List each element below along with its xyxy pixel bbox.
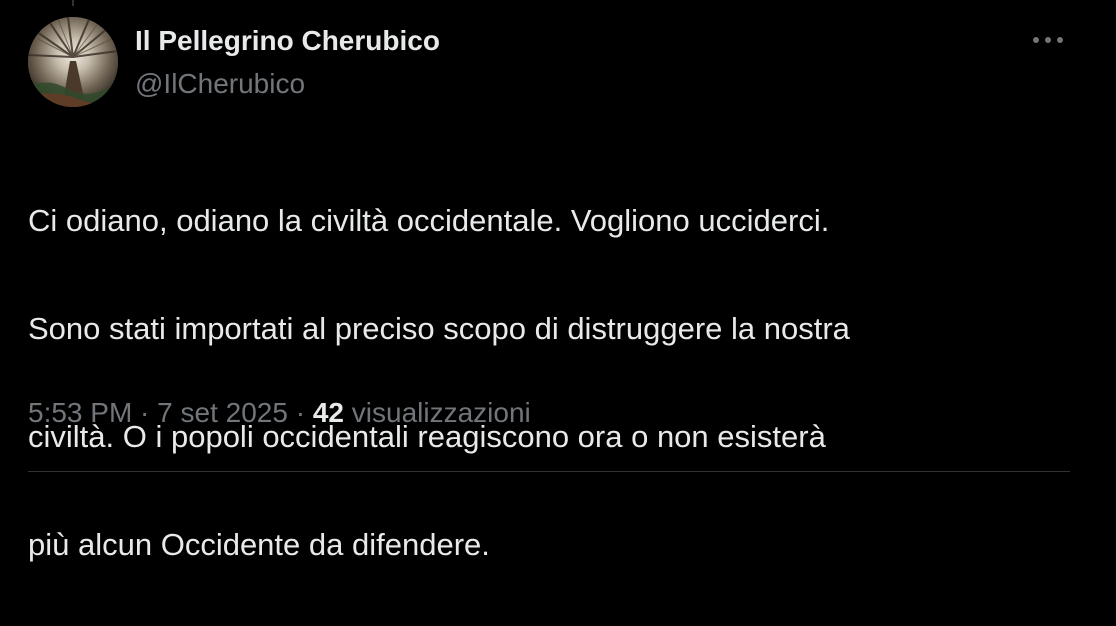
views-count[interactable]: 42 xyxy=(313,397,344,428)
divider xyxy=(28,471,1070,472)
tweet-date[interactable]: 7 set 2025 xyxy=(157,397,288,428)
tweet-card: Il Pellegrino Cherubico @IlCherubico Ci … xyxy=(0,0,1116,562)
more-options-button[interactable] xyxy=(1026,24,1070,56)
avatar[interactable] xyxy=(28,17,118,107)
top-divider-tick xyxy=(72,0,74,6)
tweet-text-line: Ci odiano, odiano la civiltà occidentale… xyxy=(28,203,830,238)
tweet-text-line: più alcun Occidente da difendere. xyxy=(28,527,490,562)
tweet-text: Ci odiano, odiano la civiltà occidentale… xyxy=(28,140,1088,626)
tweet-text-line: Sono stati importati al preciso scopo di… xyxy=(28,311,850,346)
author-handle[interactable]: @IlCherubico xyxy=(135,66,440,102)
tweet-time[interactable]: 5:53 PM xyxy=(28,397,132,428)
meta-separator: · xyxy=(287,397,313,428)
views-label: visualizzazioni xyxy=(351,397,531,428)
more-horizontal-icon xyxy=(1033,37,1063,43)
author-block: Il Pellegrino Cherubico @IlCherubico xyxy=(135,24,440,102)
tweet-meta: 5:53 PM · 7 set 2025 · 42 visualizzazion… xyxy=(28,393,531,433)
meta-separator: · xyxy=(132,397,158,428)
author-display-name[interactable]: Il Pellegrino Cherubico xyxy=(135,24,440,58)
forest-canopy-icon xyxy=(28,17,118,107)
